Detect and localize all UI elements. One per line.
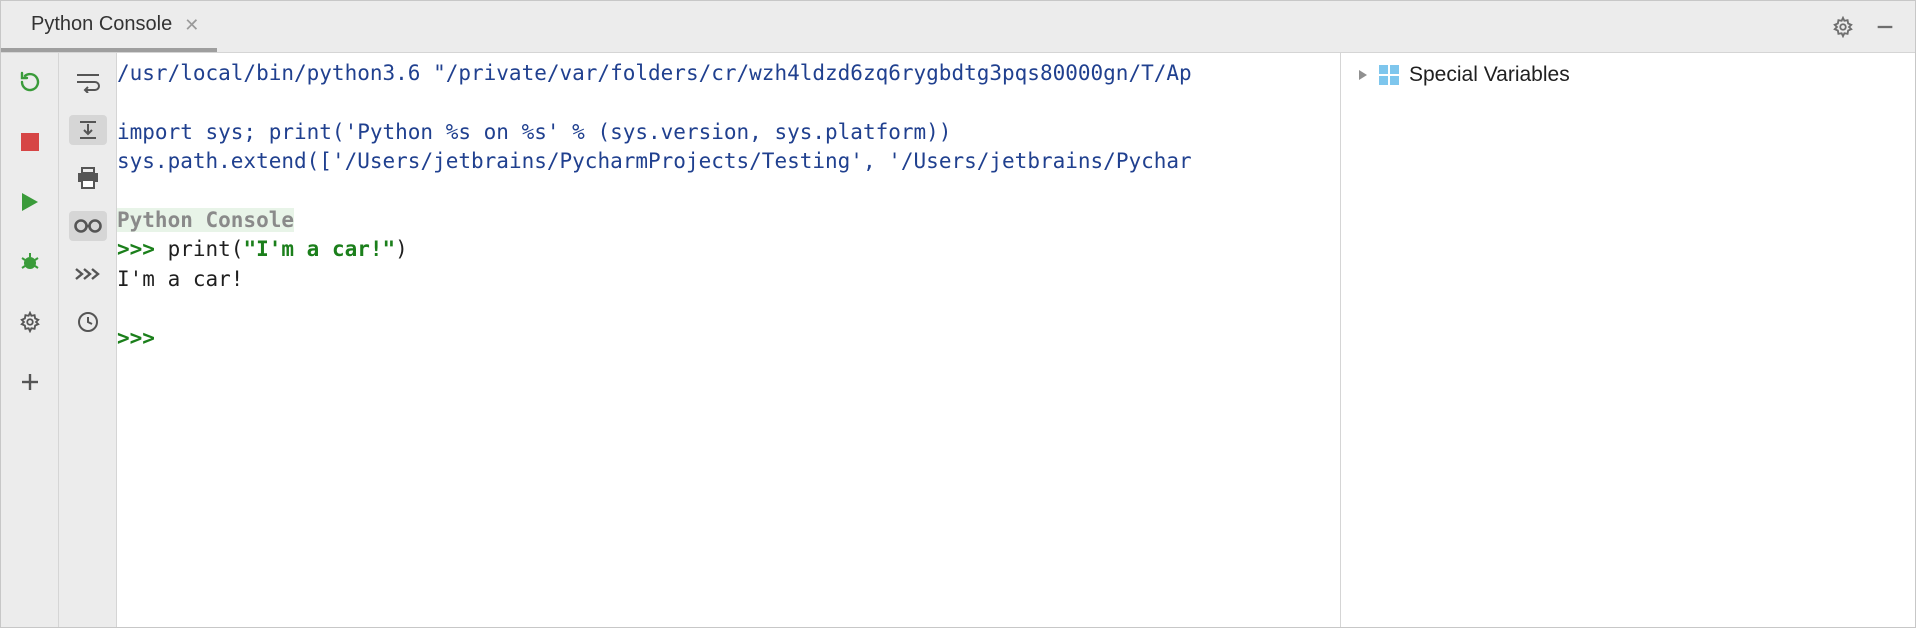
minimize-icon[interactable] — [1873, 15, 1897, 39]
history-button[interactable] — [69, 307, 107, 337]
left-toolbar-a — [1, 53, 59, 627]
prompt-1: >>> — [117, 237, 168, 261]
line2-d: % (sys.version, sys.platform)) — [560, 120, 952, 144]
print-button[interactable] — [69, 163, 107, 193]
run-button[interactable] — [11, 187, 49, 217]
variables-pane[interactable]: Special Variables — [1341, 53, 1915, 627]
line3-b: '/Users/jetbrains/PycharmProjects/Testin… — [332, 149, 863, 173]
settings-button[interactable] — [11, 307, 49, 337]
gear-icon[interactable] — [1831, 15, 1855, 39]
interpreter-line: /usr/local/bin/python3.6 "/private/var/f… — [117, 61, 1192, 85]
new-session-button[interactable] — [11, 367, 49, 397]
stop-button[interactable] — [11, 127, 49, 157]
show-variables-button[interactable] — [69, 211, 107, 241]
execute-selection-button[interactable] — [69, 259, 107, 289]
python-console-toolwindow: Python Console ✕ — [0, 0, 1916, 628]
stdout-line: I'm a car! — [117, 267, 243, 291]
call-b: "I'm a car!" — [243, 237, 395, 261]
tabbar-right-controls — [1831, 1, 1915, 52]
tab-label: Python Console — [31, 13, 172, 36]
call-c: ) — [395, 237, 408, 261]
call-a: print( — [168, 237, 244, 261]
toolwindow-tabbar: Python Console ✕ — [1, 1, 1915, 53]
variables-row-special[interactable]: Special Variables — [1357, 63, 1899, 87]
soft-wrap-button[interactable] — [69, 67, 107, 97]
variables-special-label: Special Variables — [1409, 63, 1570, 87]
left-toolbar-b — [59, 53, 117, 627]
line2-c: 'Python %s on %s' — [345, 120, 560, 144]
prompt-2: >>> — [117, 326, 168, 350]
chevron-right-icon[interactable] — [1357, 68, 1369, 82]
line3-c: , — [863, 149, 888, 173]
debug-button[interactable] — [11, 247, 49, 277]
console-output[interactable]: /usr/local/bin/python3.6 "/private/var/f… — [117, 53, 1341, 627]
line3-a: sys.path.extend([ — [117, 149, 332, 173]
import-kw: import — [117, 120, 193, 144]
close-icon[interactable]: ✕ — [184, 16, 199, 34]
tab-python-console[interactable]: Python Console ✕ — [1, 1, 217, 52]
line3-d: '/Users/jetbrains/Pychar — [888, 149, 1191, 173]
console-text: /usr/local/bin/python3.6 "/private/var/f… — [117, 53, 1340, 353]
scroll-to-end-button[interactable] — [69, 115, 107, 145]
line2-b: sys; print( — [193, 120, 345, 144]
rerun-button[interactable] — [11, 67, 49, 97]
variables-group-icon — [1379, 65, 1399, 85]
toolwindow-body: /usr/local/bin/python3.6 "/private/var/f… — [1, 53, 1915, 627]
console-banner: Python Console — [117, 208, 294, 232]
